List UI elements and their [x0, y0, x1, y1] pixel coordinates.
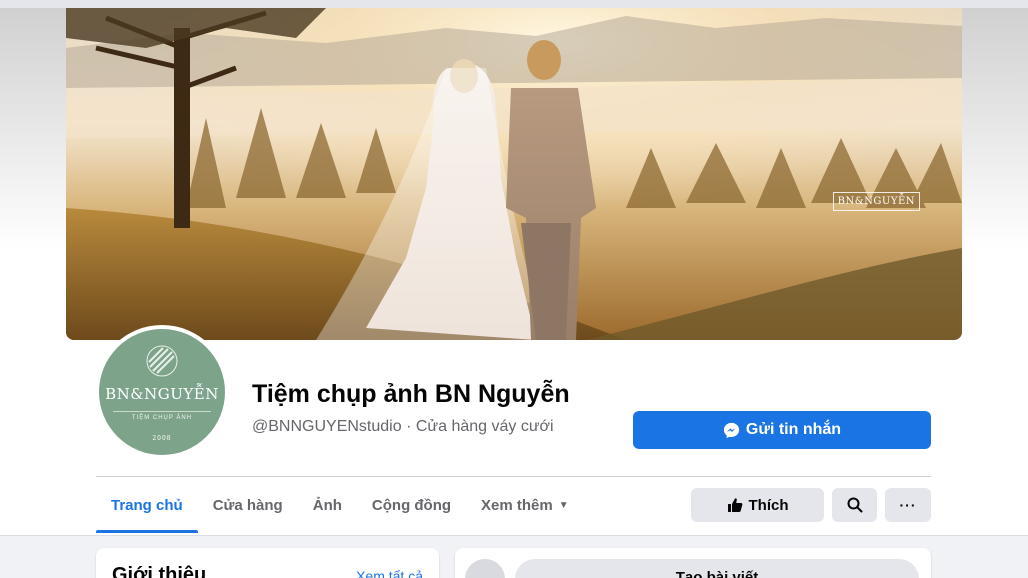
avatar-logo: BN&NGUYỄN TIỆM CHỤP ẢNH 2008	[99, 329, 225, 455]
tab-home[interactable]: Trang chủ	[96, 477, 198, 533]
page-subtitle: @BNNGUYENstudio · Cửa hàng váy cưới	[252, 418, 554, 435]
send-message-button[interactable]: Gửi tin nhắn	[633, 411, 931, 449]
chevron-down-icon: ▼	[558, 499, 569, 511]
intro-title: Giới thiệu	[112, 564, 207, 578]
more-icon: ···	[899, 497, 917, 513]
tab-label: Trang chủ	[111, 496, 183, 514]
cover-image	[66, 8, 962, 340]
like-label: Thích	[748, 496, 789, 514]
avatar-tagline: TIỆM CHỤP ẢNH	[113, 411, 211, 421]
avatar-year: 2008	[152, 435, 172, 442]
like-button[interactable]: Thích	[691, 488, 824, 522]
intro-card: Giới thiệu Xem tất cả	[96, 548, 439, 578]
tab-more[interactable]: Xem thêm ▼	[466, 477, 584, 533]
tab-label: Ảnh	[312, 496, 342, 514]
avatar-brand-name: BN&NGUYỄN	[105, 385, 219, 403]
more-options-button[interactable]: ···	[885, 488, 931, 522]
thumbs-up-icon	[727, 498, 742, 512]
see-all-link[interactable]: Xem tất cả	[356, 568, 423, 578]
logo-mark-icon	[146, 345, 178, 377]
tab-label: Xem thêm	[481, 496, 553, 514]
send-message-label: Gửi tin nhắn	[745, 421, 842, 438]
search-button[interactable]	[832, 488, 877, 522]
tab-label: Cộng đồng	[371, 496, 452, 514]
tab-label: Cửa hàng	[212, 496, 283, 514]
create-post-button[interactable]: Tạo bài viết	[515, 559, 919, 578]
tab-shop[interactable]: Cửa hàng	[198, 477, 298, 533]
composer-avatar[interactable]	[465, 559, 505, 578]
tab-photos[interactable]: Ảnh	[298, 477, 357, 533]
messenger-icon	[723, 422, 740, 438]
tab-community[interactable]: Cộng đồng	[357, 477, 466, 533]
post-composer: Tạo bài viết	[455, 548, 931, 578]
page-tabs: Trang chủ Cửa hàng Ảnh Cộng đồng Xem thê…	[96, 477, 584, 533]
page-title: Tiệm chụp ảnh BN Nguyễn	[252, 380, 570, 408]
cover-watermark: BN&NGUYỄN	[832, 192, 920, 211]
search-icon	[847, 497, 862, 513]
cover-photo[interactable]: BN&NGUYỄN	[66, 8, 962, 340]
page-avatar[interactable]: BN&NGUYỄN TIỆM CHỤP ẢNH 2008	[95, 325, 229, 459]
